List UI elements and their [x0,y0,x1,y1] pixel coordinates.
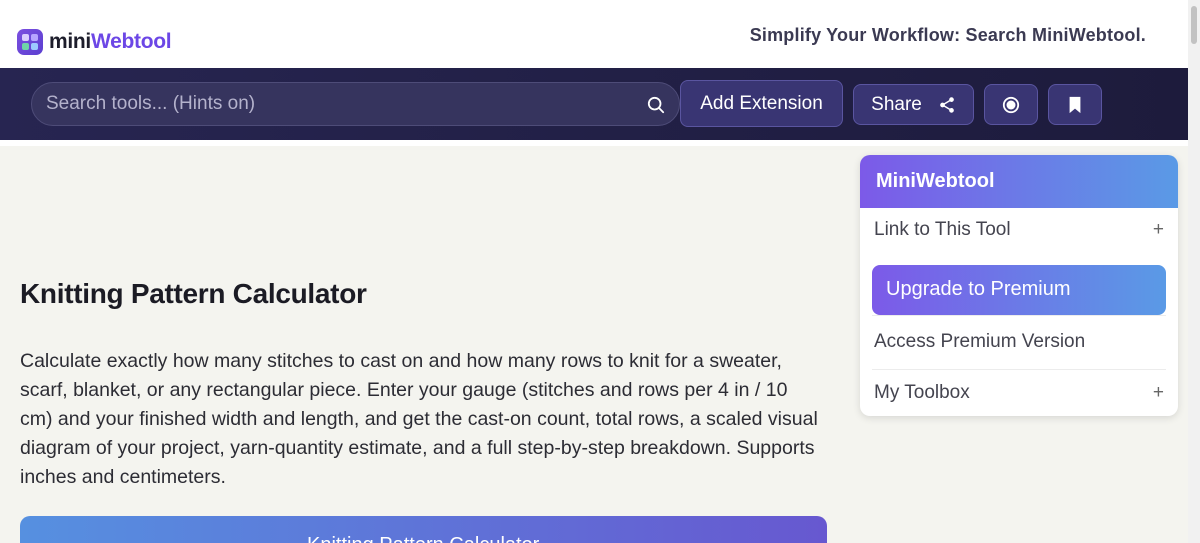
page-title: Knitting Pattern Calculator [20,278,367,309]
expand-plus-icon[interactable]: + [1153,219,1164,241]
search-icon[interactable] [647,96,665,114]
toolbar: Add Extension Share [0,68,1188,140]
add-extension-label: Add Extension [700,92,823,114]
tool-description: Calculate exactly how many stitches to c… [20,350,818,488]
search-box [31,82,680,126]
link-to-tool-item[interactable]: Link to This Tool + [860,219,1178,241]
my-toolbox-label: My Toolbox [874,382,970,403]
calculator-panel-header: Knitting Pattern Calculator [20,516,827,543]
top-header: miniWebtool Simplify Your Workflow: Sear… [0,0,1188,68]
sidebar-card: MiniWebtool Link to This Tool + Upgrade … [860,155,1178,416]
expand-plus-icon[interactable]: + [1153,382,1164,404]
access-premium-label: Access Premium Version [874,331,1086,352]
site-logo[interactable]: miniWebtool [17,29,172,55]
header-tagline: Simplify Your Workflow: Search MiniWebto… [749,25,1146,45]
share-icon [940,96,954,113]
record-button[interactable] [984,84,1038,125]
sidebar-title: MiniWebtool [860,155,1178,208]
access-premium-link[interactable]: Access Premium Version [860,331,1178,353]
calculator-panel-title: Knitting Pattern Calculator [307,534,539,543]
page-scrollbar[interactable] [1188,0,1200,543]
share-label: Share [871,93,922,115]
bookmark-icon [1069,96,1081,113]
header-divider [0,140,1188,146]
upgrade-premium-label: Upgrade to Premium [886,278,1071,300]
upgrade-premium-button[interactable]: Upgrade to Premium [872,265,1166,315]
logo-text: miniWebtool [49,30,172,54]
record-icon [1002,96,1020,113]
sidebar-divider [872,369,1166,370]
scrollbar-thumb[interactable] [1191,6,1197,44]
logo-text-mini: mini [49,30,91,53]
sidebar-divider [872,315,1166,316]
logo-icon [17,29,43,55]
bookmark-button[interactable] [1048,84,1102,125]
share-button[interactable]: Share [853,84,974,125]
search-input[interactable] [46,83,636,125]
add-extension-button[interactable]: Add Extension [680,80,843,127]
logo-text-webtool: Webtool [90,30,172,53]
link-to-tool-label: Link to This Tool [874,219,1011,240]
my-toolbox-item[interactable]: My Toolbox + [860,382,1178,404]
